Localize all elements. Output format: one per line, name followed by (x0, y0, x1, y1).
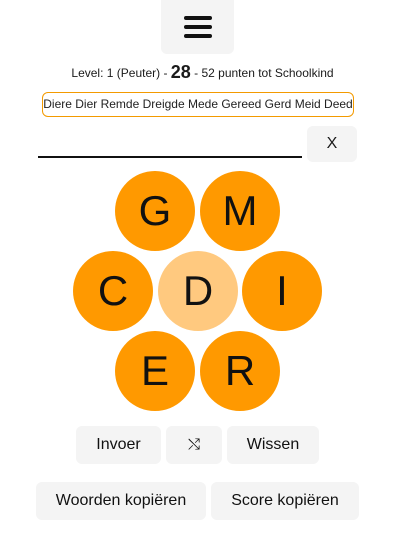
level-label: Level: 1 (Peuter) - (71, 66, 171, 80)
shuffle-button[interactable]: ⤭ (166, 426, 222, 464)
letter-tile-center[interactable]: D (158, 251, 238, 331)
copy-score-button[interactable]: Score kopiëren (211, 482, 359, 520)
enter-button[interactable]: Invoer (76, 426, 161, 464)
found-words-list[interactable]: Diere Dier Remde Dreigde Mede Gereed Ger… (42, 92, 354, 117)
word-input[interactable] (38, 127, 302, 158)
letter-tile-bottom-left[interactable]: E (115, 331, 195, 411)
hamburger-menu-icon-bar (183, 25, 212, 29)
copy-words-button[interactable]: Woorden kopiëren (36, 482, 206, 520)
hamburger-menu-icon-bar (183, 34, 212, 38)
level-status: Level: 1 (Peuter) - 28 - 52 punten tot S… (0, 62, 405, 83)
letter-tile-mid-right[interactable]: I (242, 251, 322, 331)
delete-button[interactable]: Wissen (227, 426, 319, 464)
points-to-next-level: - 52 punten tot Schoolkind (190, 66, 334, 80)
letter-tile-bottom-right[interactable]: R (200, 331, 280, 411)
letter-tile-mid-left[interactable]: C (73, 251, 153, 331)
score-value: 28 (170, 62, 191, 82)
shuffle-icon: ⤭ (187, 436, 200, 453)
clear-input-button[interactable]: X (307, 126, 357, 162)
menu-button[interactable] (161, 0, 234, 54)
letter-tile-top-right[interactable]: M (200, 171, 280, 251)
letter-tile-top-left[interactable]: G (115, 171, 195, 251)
hamburger-menu-icon (183, 16, 212, 20)
